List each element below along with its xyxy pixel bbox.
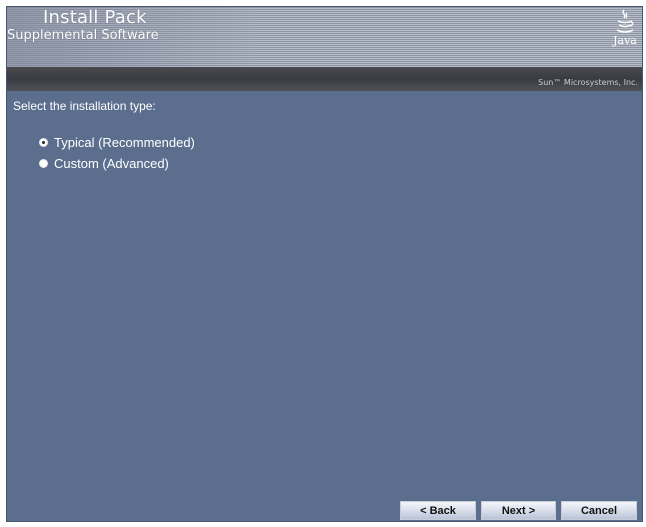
option-typical[interactable]: Typical (Recommended) (39, 135, 195, 150)
next-button[interactable]: Next > (481, 501, 556, 520)
install-type-prompt: Select the installation type: (13, 99, 156, 113)
header-subtitle: Supplemental Software (7, 28, 159, 43)
installer-window: Install Pack Supplemental Software Java … (6, 6, 643, 522)
cancel-button[interactable]: Cancel (561, 501, 637, 520)
radio-typical[interactable] (39, 138, 48, 147)
back-button[interactable]: < Back (400, 501, 476, 520)
option-custom[interactable]: Custom (Advanced) (39, 156, 169, 171)
company-bar: Sun™ Microsystems, Inc. (7, 67, 642, 91)
header-banner: Install Pack Supplemental Software Java (7, 7, 642, 67)
java-logo: Java (612, 9, 638, 55)
radio-custom[interactable] (39, 159, 48, 168)
java-coffee-cup-icon (616, 9, 634, 33)
company-name: Sun™ Microsystems, Inc. (538, 78, 638, 87)
java-logo-text: Java (613, 34, 637, 47)
option-custom-label: Custom (Advanced) (54, 156, 169, 171)
option-typical-label: Typical (Recommended) (54, 135, 195, 150)
header-title: Install Pack (43, 7, 147, 28)
